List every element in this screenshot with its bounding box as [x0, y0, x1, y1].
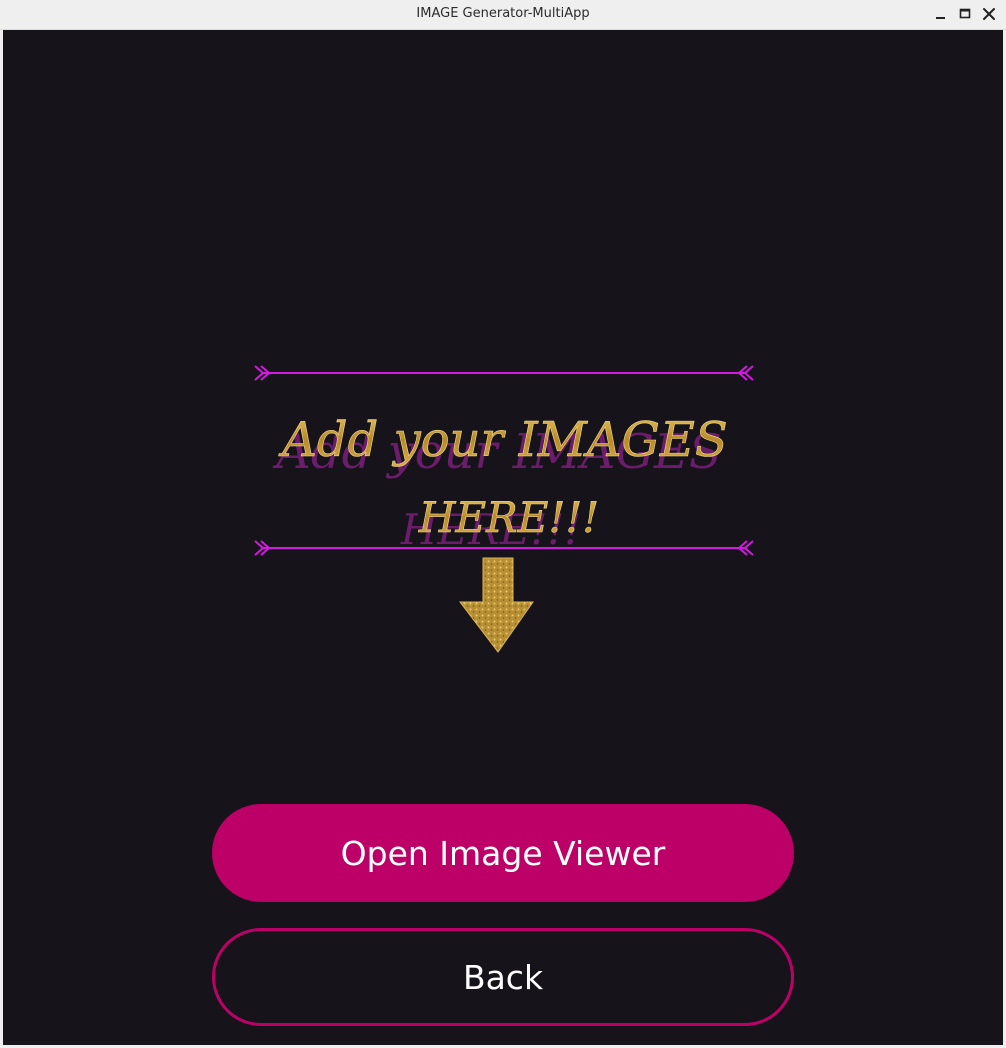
back-button[interactable]: Back [212, 928, 794, 1026]
open-image-viewer-button[interactable]: Open Image Viewer [212, 804, 794, 902]
maximize-icon[interactable] [956, 5, 974, 23]
window-title: IMAGE Generator-MultiApp [416, 6, 590, 21]
close-icon[interactable] [980, 5, 998, 23]
app-window: IMAGE Generator-MultiApp Add your IMAGES… [0, 0, 1006, 1048]
top-divider-icon [254, 365, 754, 381]
add-images-banner: Add your IMAGES HERE!!! Add your IMAGES … [254, 365, 754, 653]
window-controls [932, 5, 998, 23]
banner-line-2: HERE!!! [418, 493, 599, 542]
title-bar[interactable]: IMAGE Generator-MultiApp [0, 0, 1006, 30]
main-content: Add your IMAGES HERE!!! Add your IMAGES … [3, 30, 1003, 1045]
down-arrow-icon [458, 557, 534, 653]
minimize-icon[interactable] [932, 5, 950, 23]
banner-line-1: Add your IMAGES [278, 412, 728, 468]
